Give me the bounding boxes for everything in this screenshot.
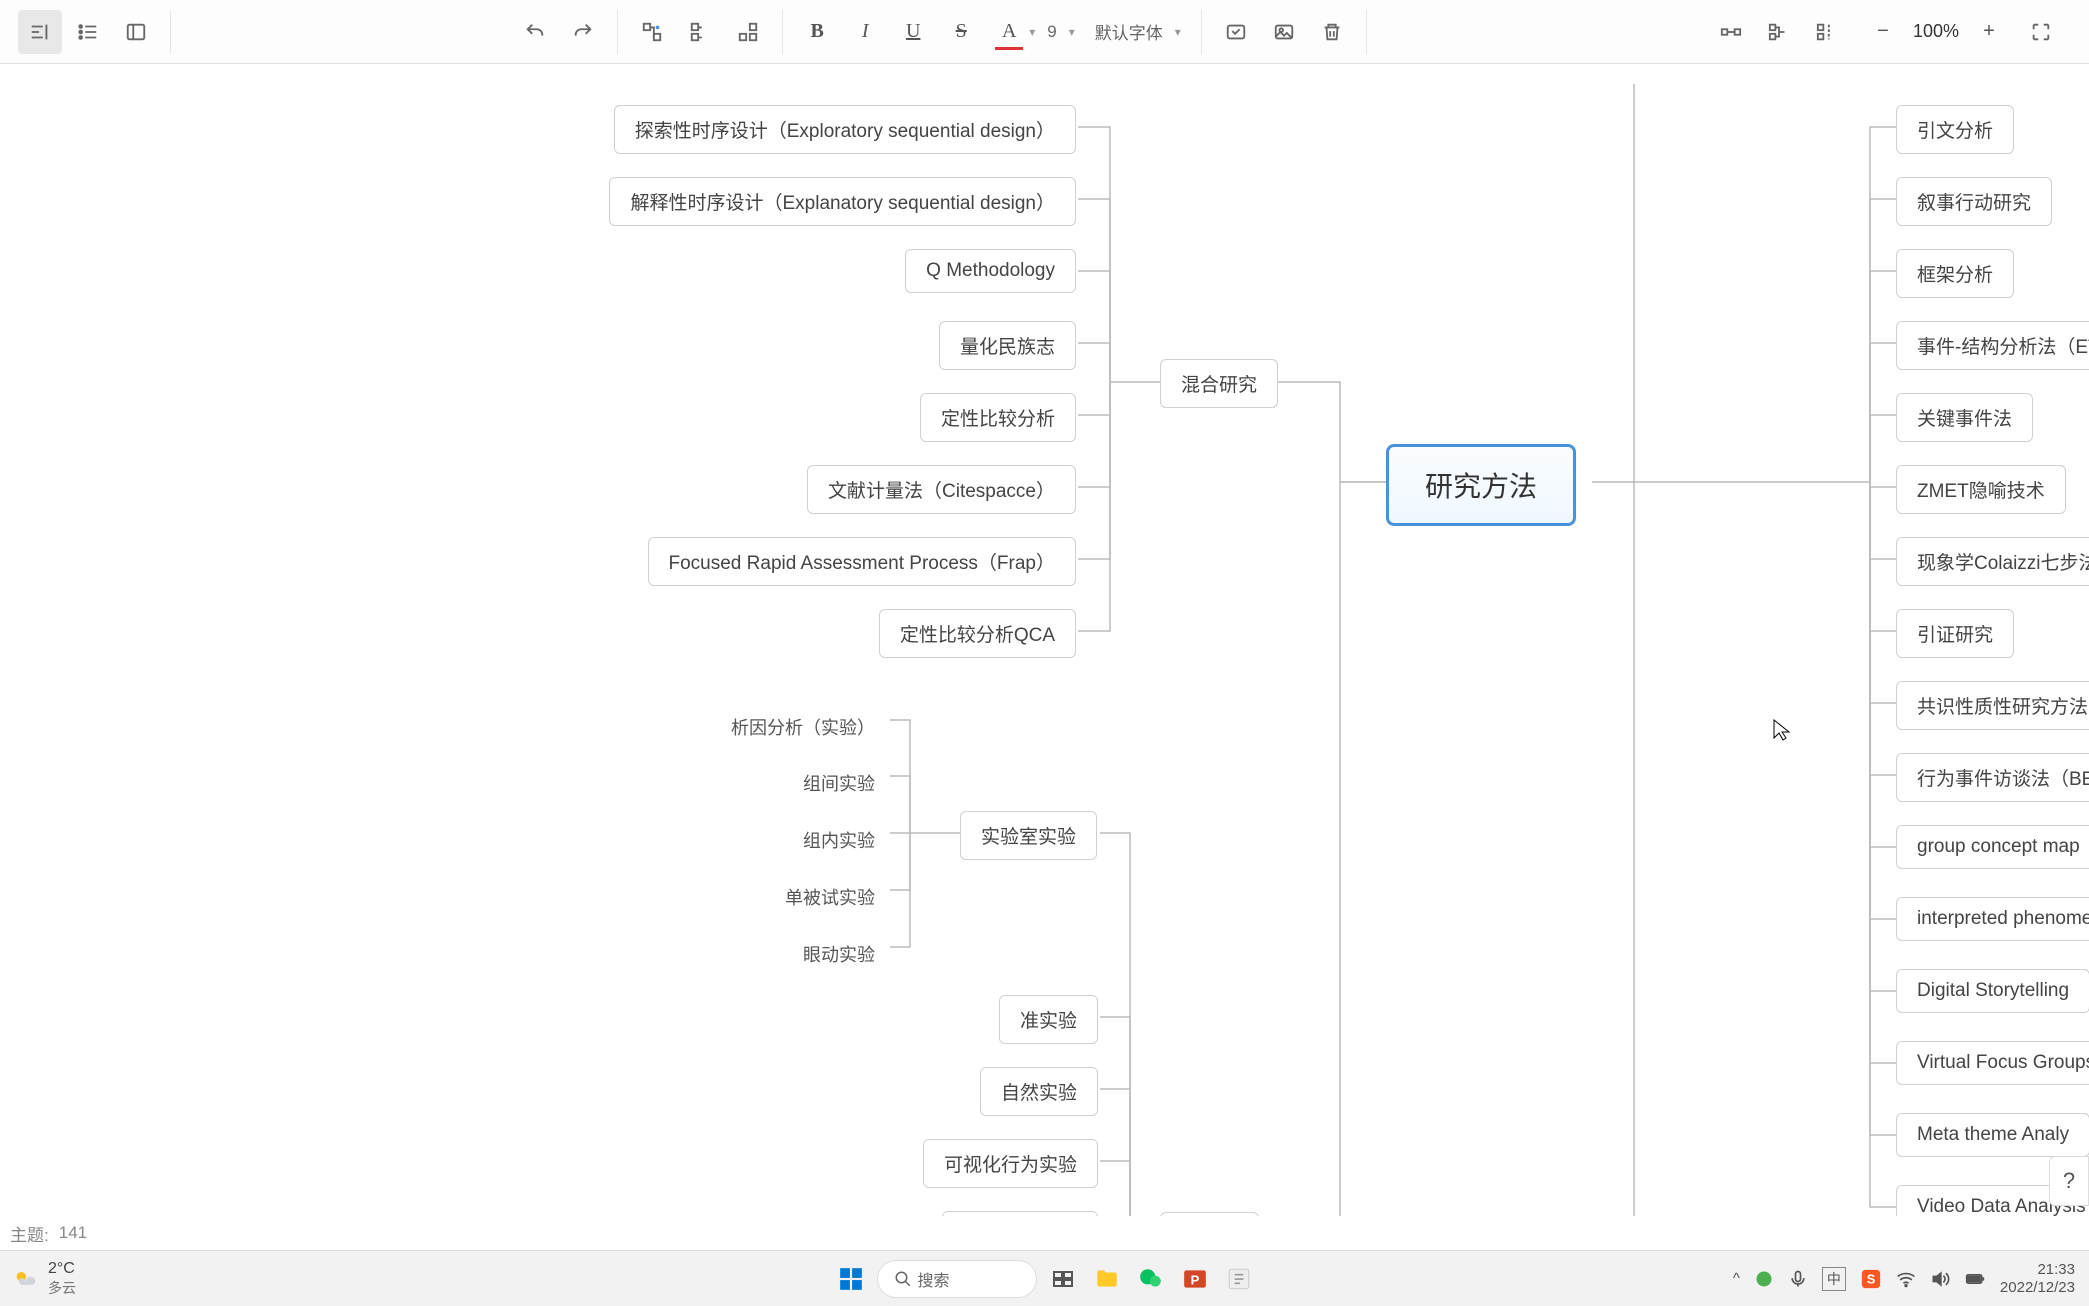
mic-icon[interactable] [1788, 1269, 1808, 1289]
undo-icon[interactable] [513, 10, 557, 54]
weather-widget[interactable]: 2°C 多云 [0, 1260, 88, 1298]
root-node[interactable]: 研究方法 [1386, 444, 1576, 526]
taskview-icon[interactable] [1045, 1261, 1081, 1297]
mindmap-node[interactable]: 决策实验室法 [942, 1211, 1098, 1216]
mindmap-node[interactable]: 现象学Colaizzi七步法 [1896, 537, 2089, 586]
mindmap-node[interactable]: 准实验 [999, 995, 1098, 1044]
mindmap-node[interactable]: 叙事行动研究 [1896, 177, 2052, 226]
add-parent-icon[interactable] [726, 10, 770, 54]
mindmap-node[interactable]: 框架分析 [1896, 249, 2014, 298]
tray-chevron-icon[interactable]: ^ [1733, 1270, 1740, 1287]
bold-icon[interactable]: B [795, 10, 839, 54]
mindmap-node[interactable]: 事件-结构分析法（ET [1896, 321, 2089, 370]
mindmap-node[interactable]: ZMET隐喻技术 [1896, 465, 2066, 514]
sogou-icon[interactable]: S [1860, 1268, 1882, 1290]
mindmap-node[interactable]: 单被试实验 [771, 876, 889, 918]
condition: 多云 [48, 1278, 76, 1298]
mindmap-node[interactable]: 行为事件访谈法（BE [1896, 753, 2089, 802]
mindmap-node[interactable]: Digital Storytelling [1896, 969, 2089, 1013]
delete-icon[interactable] [1310, 10, 1354, 54]
font-color-icon[interactable]: A [987, 10, 1031, 54]
start-icon[interactable] [833, 1261, 869, 1297]
mindmap-node[interactable]: 解释性时序设计（Explanatory sequential design） [609, 177, 1076, 226]
mindmap-node[interactable]: Focused Rapid Assessment Process（Frap） [648, 537, 1077, 586]
mindmap-node[interactable]: 析因分析（实验） [717, 706, 889, 748]
underline-icon[interactable]: U [891, 10, 935, 54]
status-bar: 主题: 141 [0, 1216, 97, 1250]
ime-indicator[interactable]: 中 [1822, 1267, 1846, 1291]
taskbar-search[interactable]: 搜索 [877, 1260, 1037, 1298]
font-family-select[interactable]: 默认字体▾ [1087, 19, 1189, 44]
status-label: 主题: [10, 1221, 49, 1246]
mindmap-node[interactable]: 定性比较分析QCA [879, 609, 1076, 658]
list-icon[interactable] [66, 10, 110, 54]
mindmap-node[interactable]: 关键事件法 [1896, 393, 2033, 442]
mindmap-node[interactable]: Virtual Focus Groups [1896, 1041, 2089, 1085]
sidebar-toggle-icon[interactable] [114, 10, 158, 54]
battery-icon[interactable] [1964, 1269, 1986, 1289]
insert-attachment-icon[interactable] [1214, 10, 1258, 54]
mindmap-node[interactable]: 自然实验 [980, 1067, 1098, 1116]
fit-icon[interactable] [2019, 10, 2063, 54]
mindmap-node[interactable]: 眼动实验 [789, 933, 889, 975]
mindmap-node[interactable]: 组间实验 [789, 762, 889, 804]
onedrive-icon[interactable] [1754, 1269, 1774, 1289]
add-child-icon[interactable] [630, 10, 674, 54]
branch-experiment[interactable]: 实验法 [1160, 1212, 1259, 1216]
powerpoint-icon[interactable]: P [1177, 1261, 1213, 1297]
zoom-out-icon[interactable]: − [1861, 10, 1905, 54]
mindmap-node[interactable]: 文献计量法（Citespacce） [807, 465, 1076, 514]
wechat-icon[interactable] [1133, 1261, 1169, 1297]
mindmap-node[interactable]: Meta theme Analy [1896, 1113, 2089, 1157]
mindmap-node[interactable]: 量化民族志 [939, 321, 1076, 370]
relation-icon[interactable] [1709, 10, 1753, 54]
zoom-in-icon[interactable]: + [1967, 10, 2011, 54]
italic-icon[interactable]: I [843, 10, 887, 54]
mindmap-node[interactable]: interpreted phenomen [1896, 897, 2089, 941]
explorer-icon[interactable] [1089, 1261, 1125, 1297]
app-icon[interactable] [1221, 1261, 1257, 1297]
mindmap-canvas[interactable]: 研究方法 混合研究 探索性时序设计（Exploratory sequential… [0, 64, 2089, 1216]
mindmap-node[interactable]: 定性比较分析 [920, 393, 1076, 442]
font-size-select[interactable]: 9▾ [1039, 22, 1083, 42]
mindmap-node[interactable]: 可视化行为实验 [923, 1139, 1098, 1188]
svg-text:P: P [1190, 1272, 1199, 1287]
boundary-icon[interactable] [1805, 10, 1849, 54]
toolbar: B I U S A ▾ 9▾ 默认字体▾ − 100% + [0, 0, 2089, 64]
topic-count: 141 [59, 1223, 87, 1243]
add-sibling-icon[interactable] [678, 10, 722, 54]
strike-icon[interactable]: S [939, 10, 983, 54]
mindmap-node[interactable]: 组内实验 [789, 819, 889, 861]
wifi-icon[interactable] [1896, 1269, 1916, 1289]
insert-image-icon[interactable] [1262, 10, 1306, 54]
mindmap-node[interactable]: 引文分析 [1896, 105, 2014, 154]
help-button[interactable]: ? [2049, 1156, 2089, 1206]
branch-mixed-research[interactable]: 混合研究 [1160, 359, 1278, 408]
clock[interactable]: 21:33 2022/12/23 [2000, 1261, 2075, 1297]
mindmap-node[interactable]: 共识性质性研究方法 [1896, 681, 2089, 730]
taskbar: 2°C 多云 搜索 P ^ 中 S 21:33 2022/12/23 [0, 1250, 2089, 1306]
redo-icon[interactable] [561, 10, 605, 54]
temperature: 2°C [48, 1260, 76, 1278]
mindmap-node[interactable]: 探索性时序设计（Exploratory sequential design） [614, 105, 1076, 154]
outline-indent-icon[interactable] [18, 10, 62, 54]
zoom-level: 100% [1913, 21, 1959, 42]
volume-icon[interactable] [1930, 1269, 1950, 1289]
branch-lab-experiment[interactable]: 实验室实验 [960, 811, 1097, 860]
svg-text:S: S [1867, 1271, 1876, 1286]
mindmap-node[interactable]: group concept map [1896, 825, 2089, 869]
mindmap-node[interactable]: Q Methodology [905, 249, 1076, 293]
summary-icon[interactable] [1757, 10, 1801, 54]
mindmap-node[interactable]: 引证研究 [1896, 609, 2014, 658]
